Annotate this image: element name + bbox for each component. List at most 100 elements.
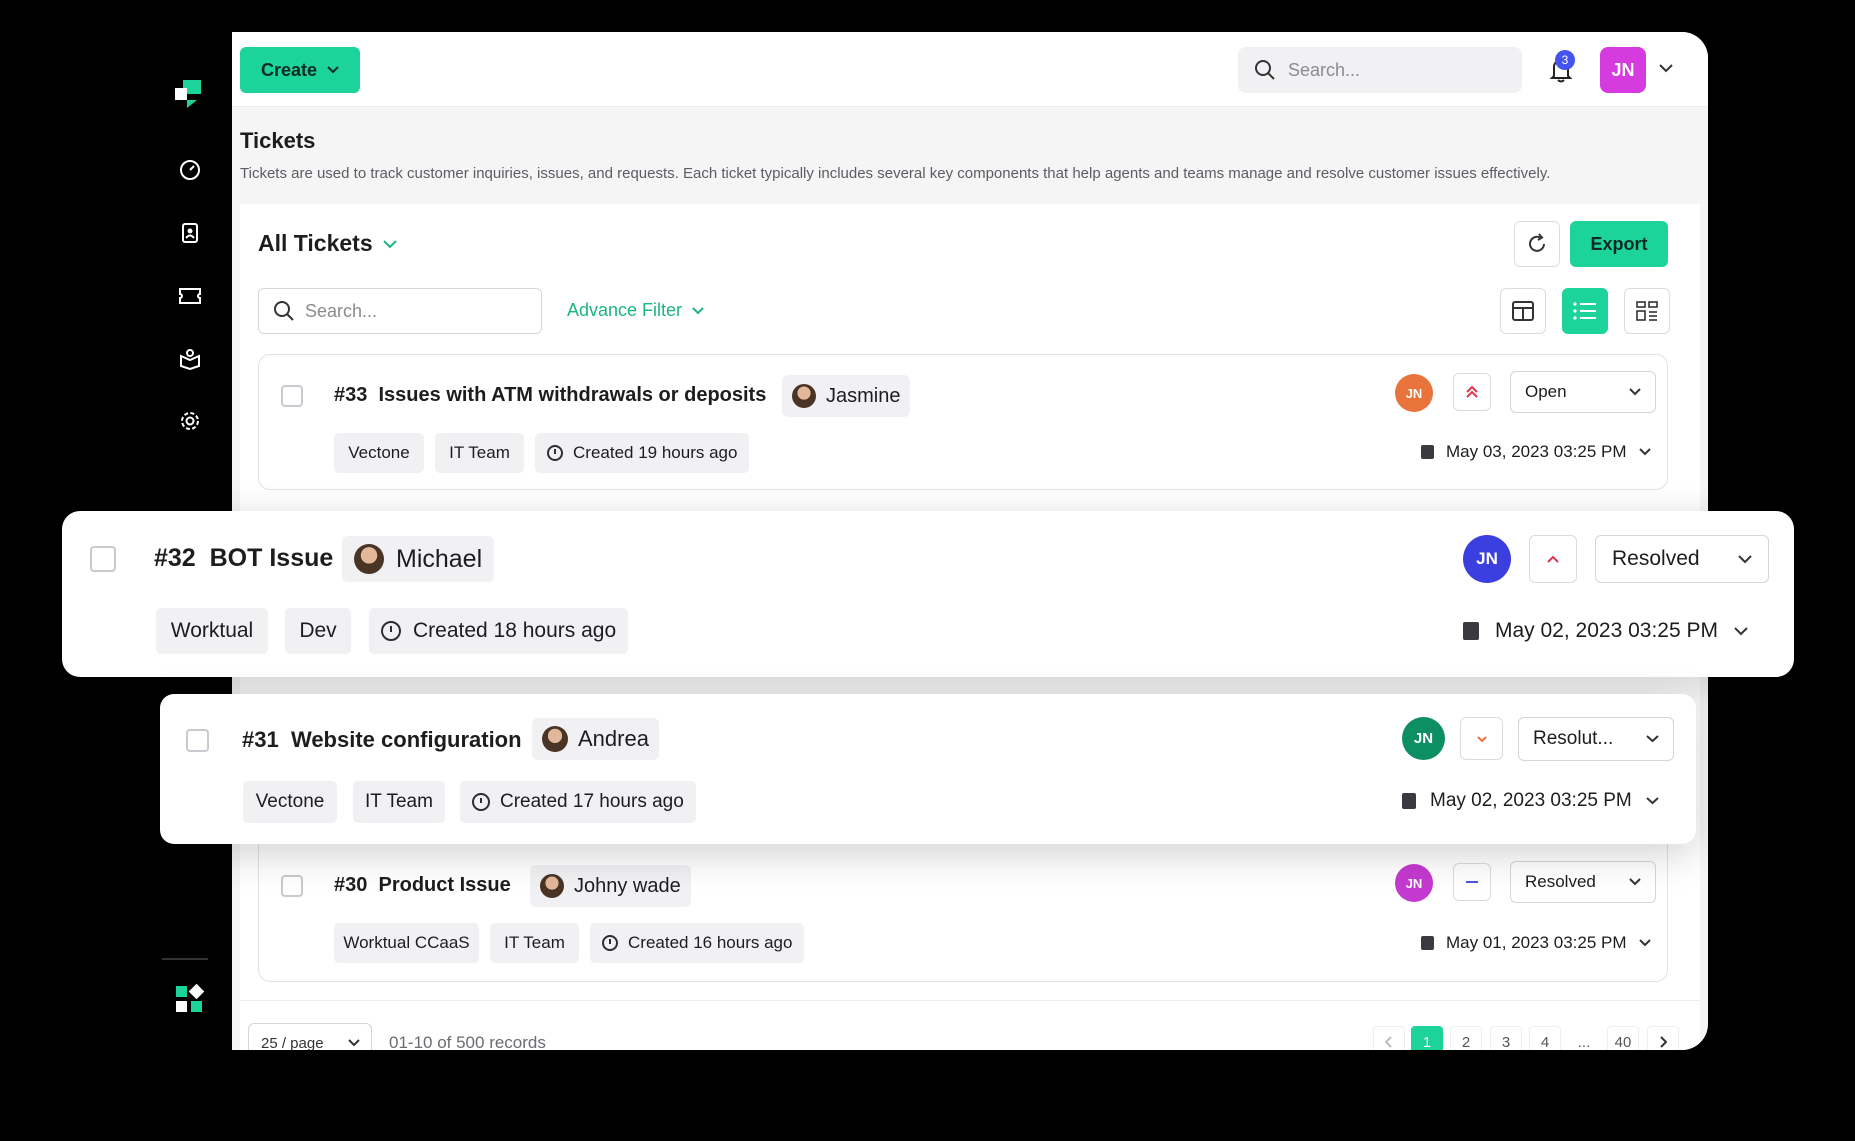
ticket-checkbox[interactable]: [186, 729, 209, 752]
calendar-icon: [1421, 936, 1434, 950]
page-size-value: 25 / page: [261, 1034, 324, 1051]
status-dropdown[interactable]: Open: [1510, 371, 1656, 413]
assignee-name: Johny wade: [574, 874, 681, 897]
ticket-title[interactable]: #30 Product Issue: [334, 874, 511, 897]
grid-view-button[interactable]: [1624, 288, 1670, 334]
ticket-subject: BOT Issue: [209, 544, 334, 572]
ticket-number: #33: [334, 384, 368, 406]
status-value: Open: [1525, 382, 1567, 401]
export-button[interactable]: Export: [1570, 221, 1668, 267]
due-date-picker[interactable]: May 01, 2023 03:25 PM: [1421, 933, 1651, 953]
due-date-picker[interactable]: May 03, 2023 03:25 PM: [1421, 442, 1651, 462]
status-dropdown[interactable]: Resolved: [1510, 861, 1656, 903]
records-count: 01-10 of 500 records: [389, 1033, 546, 1050]
ticket-checkbox[interactable]: [281, 385, 303, 407]
ticket-checkbox[interactable]: [281, 875, 303, 897]
ticket-card-highlighted[interactable]: #32 BOT Issue Michael Worktual Dev Creat…: [62, 511, 1794, 677]
sidebar-divider: [162, 958, 208, 960]
user-avatar[interactable]: JN: [1600, 47, 1646, 93]
pagination-divider: [240, 1000, 1700, 1001]
assignee-name: Andrea: [578, 726, 649, 751]
ticket-subject: Product Issue: [378, 874, 511, 896]
global-search-placeholder: Search...: [1288, 59, 1361, 80]
settings-gear-icon[interactable]: [174, 405, 206, 437]
calendar-icon: [1463, 622, 1479, 640]
ticket-title[interactable]: #31 Website configuration: [242, 727, 522, 753]
clock-icon: [547, 445, 563, 461]
ticket-search-placeholder: Search...: [305, 300, 378, 321]
page-button-4[interactable]: 4: [1529, 1026, 1561, 1050]
ticket-subject: Issues with ATM withdrawals or deposits: [378, 384, 767, 406]
list-view-button[interactable]: [1562, 288, 1608, 334]
view-selector[interactable]: All Tickets: [258, 230, 397, 257]
ticket-icon[interactable]: [174, 280, 206, 312]
priority-button[interactable]: [1529, 535, 1577, 583]
assignee-name: Michael: [396, 544, 483, 573]
ticket-checkbox[interactable]: [90, 546, 116, 572]
dashboard-icon[interactable]: [174, 154, 206, 186]
ticket-search-input[interactable]: Search...: [258, 288, 542, 334]
status-dropdown[interactable]: Resolved: [1595, 535, 1769, 583]
priority-medium-icon: [1547, 555, 1559, 563]
assignee-chip[interactable]: Johny wade: [530, 865, 691, 907]
chevron-down-icon: [347, 1039, 360, 1047]
due-date-value: May 01, 2023 03:25 PM: [1446, 933, 1627, 952]
chevron-down-icon: [1646, 797, 1659, 805]
contacts-icon[interactable]: [174, 217, 206, 249]
assignee-avatar: [354, 544, 384, 574]
assignee-chip[interactable]: Jasmine: [782, 375, 911, 417]
page-title: Tickets: [240, 128, 316, 153]
ticket-tag: IT Team: [353, 781, 445, 823]
global-search-input[interactable]: Search...: [1238, 47, 1522, 93]
assignee-chip[interactable]: Michael: [342, 536, 495, 582]
due-date-value: May 02, 2023 03:25 PM: [1495, 619, 1718, 642]
brand-logo[interactable]: [169, 74, 209, 114]
assignee-avatar: [542, 726, 568, 752]
page-button-1[interactable]: 1: [1411, 1026, 1443, 1050]
apps-grid-icon[interactable]: [172, 982, 206, 1016]
agent-avatar[interactable]: JN: [1463, 535, 1511, 583]
page-button-2[interactable]: 2: [1450, 1026, 1482, 1050]
due-date-picker[interactable]: May 02, 2023 03:25 PM: [1402, 790, 1659, 812]
ticket-title[interactable]: #32 BOT Issue: [154, 544, 333, 573]
status-dropdown[interactable]: Resolut...: [1518, 717, 1674, 761]
priority-button[interactable]: [1453, 863, 1491, 901]
ticket-card-hovered[interactable]: #31 Website configuration Andrea Vectone…: [160, 694, 1696, 844]
assignee-avatar: [792, 384, 816, 408]
table-view-button[interactable]: [1500, 288, 1546, 334]
agent-avatar[interactable]: JN: [1395, 374, 1433, 412]
created-time: Created 19 hours ago: [573, 443, 738, 462]
ticket-tag: Dev: [285, 608, 351, 654]
user-menu-chevron-icon[interactable]: [1656, 58, 1676, 78]
ticket-number: #30: [334, 874, 368, 896]
agent-avatar[interactable]: JN: [1395, 864, 1433, 902]
priority-button[interactable]: [1460, 717, 1503, 760]
previous-page-button[interactable]: [1373, 1026, 1405, 1050]
chevron-down-icon: [1638, 939, 1651, 947]
page-size-select[interactable]: 25 / page: [248, 1023, 372, 1050]
ticket-subject: Website configuration: [290, 727, 522, 752]
create-button[interactable]: Create: [240, 47, 360, 93]
ticket-card[interactable]: #30 Product Issue Johny wade Worktual CC…: [258, 832, 1668, 982]
advance-filter-label: Advance Filter: [567, 300, 683, 320]
agent-avatar[interactable]: JN: [1402, 717, 1445, 760]
create-button-label: Create: [260, 59, 318, 80]
next-page-button[interactable]: [1647, 1026, 1679, 1050]
created-time: Created 17 hours ago: [500, 791, 684, 812]
page-button-40[interactable]: 40: [1607, 1026, 1639, 1050]
refresh-button[interactable]: [1514, 221, 1560, 267]
knowledge-base-icon[interactable]: [174, 343, 206, 375]
priority-button[interactable]: [1453, 373, 1491, 411]
ticket-tag: Worktual: [156, 608, 268, 654]
assignee-chip[interactable]: Andrea: [532, 718, 659, 760]
due-date-picker[interactable]: May 02, 2023 03:25 PM: [1463, 619, 1748, 643]
created-chip: Created 18 hours ago: [369, 608, 629, 654]
clock-icon: [472, 793, 490, 811]
created-time: Created 16 hours ago: [628, 933, 793, 952]
search-icon: [1255, 60, 1275, 80]
page-button-3[interactable]: 3: [1490, 1026, 1522, 1050]
ticket-card[interactable]: #33 Issues with ATM withdrawals or depos…: [258, 354, 1668, 490]
advance-filter-button[interactable]: Advance Filter: [567, 300, 704, 321]
priority-none-icon: [1466, 881, 1478, 883]
ticket-title[interactable]: #33 Issues with ATM withdrawals or depos…: [334, 384, 766, 407]
